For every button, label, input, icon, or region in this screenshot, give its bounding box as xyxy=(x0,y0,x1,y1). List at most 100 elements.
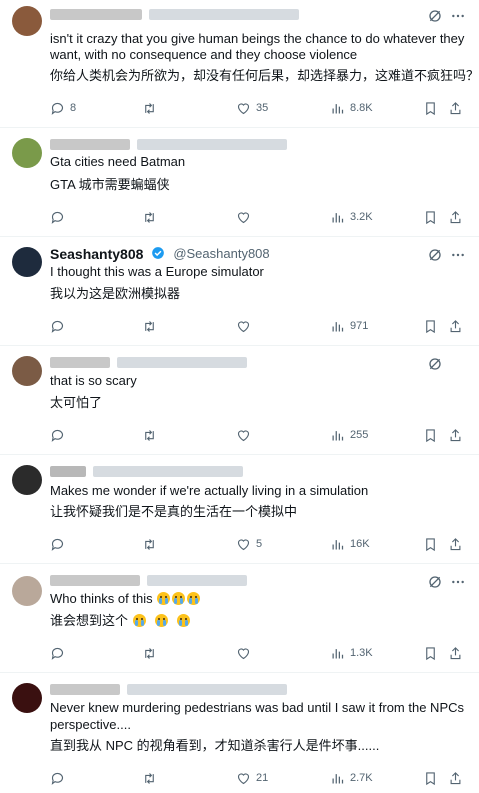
reply-button[interactable] xyxy=(50,644,70,662)
like-button[interactable] xyxy=(236,644,256,662)
post-2[interactable]: Gta cities need Batman GTA 城市需要蝙蝠侠 3.2K xyxy=(0,128,479,237)
repost-button[interactable] xyxy=(142,208,162,226)
like-button[interactable] xyxy=(236,426,256,444)
like-icon xyxy=(237,211,250,223)
reply-button[interactable] xyxy=(50,208,70,226)
more-icon[interactable] xyxy=(449,574,467,590)
share-button[interactable] xyxy=(448,644,463,662)
avatar[interactable] xyxy=(12,683,42,713)
like-button[interactable]: 21 xyxy=(236,769,268,787)
bookmark-button[interactable] xyxy=(423,208,438,226)
repost-button[interactable] xyxy=(142,535,162,553)
view-count: 255 xyxy=(350,429,369,441)
post-text-line: that is so scary xyxy=(50,373,137,388)
share-icon xyxy=(450,771,461,784)
reply-button[interactable] xyxy=(50,769,70,787)
crying-face-icon xyxy=(132,614,146,627)
author-name[interactable]: Seashanty808 xyxy=(50,245,143,263)
share-button[interactable] xyxy=(448,99,463,117)
reply-icon xyxy=(51,538,64,551)
share-button[interactable] xyxy=(448,769,463,787)
avatar[interactable] xyxy=(12,138,42,168)
action-bar: 8 35 8.8K xyxy=(50,99,470,117)
avatar[interactable] xyxy=(12,6,42,36)
bookmark-button[interactable] xyxy=(423,644,438,662)
like-button[interactable]: 5 xyxy=(236,535,262,553)
views-button[interactable]: 1.3K xyxy=(330,644,373,662)
views-button[interactable]: 2.7K xyxy=(330,769,373,787)
bookmark-button[interactable] xyxy=(423,769,438,787)
views-button[interactable]: 16K xyxy=(330,535,370,553)
avatar[interactable] xyxy=(12,465,42,495)
post-text-line: Who thinks of this xyxy=(50,590,201,608)
redacted-name xyxy=(50,9,142,21)
crying-face-icon xyxy=(172,592,186,605)
post-1[interactable]: isn't it crazy that you give human being… xyxy=(0,0,479,128)
views-button[interactable]: 255 xyxy=(330,426,368,444)
reply-icon xyxy=(51,102,64,115)
reply-button[interactable] xyxy=(50,317,70,335)
redacted-name xyxy=(50,575,140,587)
avatar[interactable] xyxy=(12,576,42,606)
share-button[interactable] xyxy=(448,535,463,553)
avatar[interactable] xyxy=(12,356,42,386)
grok-icon[interactable] xyxy=(427,8,443,24)
share-button[interactable] xyxy=(448,317,463,335)
post-4[interactable]: that is so scary 太可怕了 255 xyxy=(0,346,479,455)
more-icon[interactable] xyxy=(449,247,467,263)
bookmark-icon xyxy=(426,428,435,442)
views-button[interactable]: 8.8K xyxy=(330,99,373,117)
bookmark-button[interactable] xyxy=(423,317,438,335)
views-icon xyxy=(332,430,344,440)
post-3[interactable]: Seashanty808 @Seashanty808 I thought thi… xyxy=(0,237,479,346)
views-button[interactable]: 3.2K xyxy=(330,208,373,226)
like-button[interactable] xyxy=(236,317,256,335)
post-header xyxy=(50,681,420,699)
post-text: 谁会想到这个 xyxy=(50,613,129,628)
like-button[interactable] xyxy=(236,208,256,226)
repost-button[interactable] xyxy=(142,317,162,335)
post-header xyxy=(50,572,420,590)
grok-icon[interactable] xyxy=(427,574,443,590)
post-6[interactable]: Who thinks of this 谁会想到这个 1.3K xyxy=(0,564,479,673)
post-text-line: Never knew murdering pedestrians was bad… xyxy=(50,700,465,715)
reply-button[interactable]: 8 xyxy=(50,99,76,117)
repost-button[interactable] xyxy=(142,426,162,444)
view-count: 8.8K xyxy=(350,102,373,114)
share-button[interactable] xyxy=(448,426,463,444)
action-bar: 971 xyxy=(50,317,470,335)
more-icon[interactable] xyxy=(449,8,467,24)
post-5[interactable]: Makes me wonder if we're actually living… xyxy=(0,455,479,564)
redacted-handle xyxy=(149,9,300,21)
crying-face-icon xyxy=(187,592,201,605)
verified-badge-icon xyxy=(152,247,164,259)
grok-icon[interactable] xyxy=(427,356,443,372)
like-button[interactable]: 35 xyxy=(236,99,268,117)
repost-icon xyxy=(145,211,154,223)
reply-button[interactable] xyxy=(50,535,70,553)
bookmark-icon xyxy=(426,319,435,333)
post-header xyxy=(50,6,420,24)
bookmark-button[interactable] xyxy=(423,535,438,553)
author-handle[interactable]: @Seashanty808 xyxy=(173,245,269,263)
reply-button[interactable] xyxy=(50,426,70,444)
post-7[interactable]: Never knew murdering pedestrians was bad… xyxy=(0,673,479,793)
repost-button[interactable] xyxy=(142,769,162,787)
share-button[interactable] xyxy=(448,208,463,226)
post-header: Seashanty808 @Seashanty808 xyxy=(50,245,420,263)
view-count: 1.3K xyxy=(350,647,373,659)
like-count: 35 xyxy=(256,102,269,114)
post-text-line: Gta cities need Batman xyxy=(50,154,186,169)
redacted-name xyxy=(50,466,86,478)
repost-icon xyxy=(145,647,154,659)
post-header xyxy=(50,463,420,481)
bookmark-button[interactable] xyxy=(423,99,438,117)
grok-icon[interactable] xyxy=(427,247,443,263)
views-button[interactable]: 971 xyxy=(330,317,368,335)
bookmark-button[interactable] xyxy=(423,426,438,444)
repost-icon xyxy=(145,538,154,550)
repost-button[interactable] xyxy=(142,99,162,117)
repost-button[interactable] xyxy=(142,644,162,662)
avatar[interactable] xyxy=(12,247,42,277)
post-text-line: want, with no consequence and they choos… xyxy=(50,47,358,62)
